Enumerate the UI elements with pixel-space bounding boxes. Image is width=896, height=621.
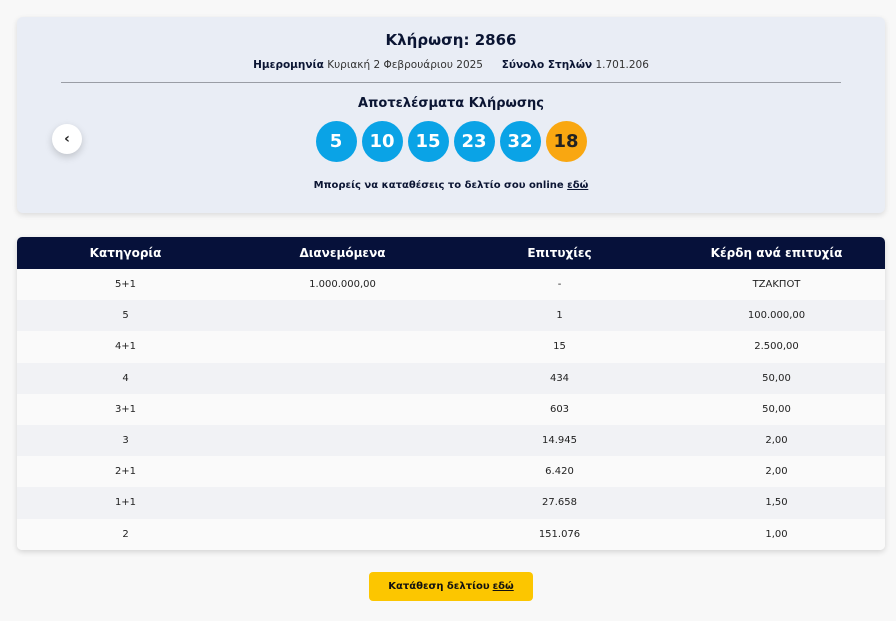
bonus-ball: 18 <box>545 121 587 162</box>
cell-winners: - <box>557 279 562 291</box>
cell-winners: 1 <box>556 310 563 322</box>
cell-distributed <box>234 487 451 518</box>
date-label: Ημερομηνία <box>253 59 324 71</box>
draw-title: Κλήρωση: 2866 <box>385 31 517 49</box>
submit-ticket-button[interactable]: Κατάθεση δελτίου εδώ <box>369 572 533 601</box>
results-table: Κατηγορία Διανεμόμενα Επιτυχίες Κέρδη αν… <box>17 237 885 550</box>
header-prize: Κέρδη ανά επιτυχία <box>710 246 843 260</box>
cell-prize: 1,00 <box>765 528 788 540</box>
cell-winners: 6.420 <box>545 466 574 478</box>
header-distributed: Διανεμόμενα <box>299 246 386 260</box>
cell-distributed <box>234 331 451 362</box>
cell-prize: 2,00 <box>765 466 788 478</box>
cell-distributed <box>234 456 451 487</box>
cell-category: 3 <box>122 435 129 447</box>
draw-card: Κλήρωση: 2866 Ημερομηνία Κυριακή 2 Φεβρο… <box>17 17 885 213</box>
table-row: 2+1 6.420 2,00 <box>17 456 885 488</box>
cell-distributed <box>234 519 451 550</box>
cell-distributed: 1.000.000,00 <box>309 279 376 291</box>
table-row: 1+1 27.658 1,50 <box>17 487 885 519</box>
number-ball: 15 <box>407 121 449 162</box>
header-winners: Επιτυχίες <box>527 246 592 260</box>
table-row: 5+1 1.000.000,00 - ΤΖΑΚΠΟΤ <box>17 269 885 301</box>
draw-meta: Ημερομηνία Κυριακή 2 Φεβρουάριου 2025 Σύ… <box>17 59 885 71</box>
cell-winners: 434 <box>549 372 570 384</box>
cell-distributed <box>234 425 451 456</box>
table-row: 2 151.076 1,00 <box>17 518 885 550</box>
online-link[interactable]: εδώ <box>567 180 588 191</box>
submit-label: Κατάθεση δελτίου <box>388 581 490 592</box>
submit-link[interactable]: εδώ <box>493 581 514 592</box>
cell-winners: 151.076 <box>538 528 581 540</box>
number-ball: 10 <box>361 121 403 162</box>
cell-prize: 2,00 <box>765 435 788 447</box>
cell-winners: 27.658 <box>542 497 577 509</box>
table-header-row: Κατηγορία Διανεμόμενα Επιτυχίες Κέρδη αν… <box>17 237 885 269</box>
cell-category: 3+1 <box>114 403 137 415</box>
table-row: 5 1 100.000,00 <box>17 300 885 332</box>
cell-category: 4+1 <box>114 341 137 353</box>
table-row: 4 434 50,00 <box>17 362 885 394</box>
cell-category: 5+1 <box>114 279 137 291</box>
cell-category: 4 <box>122 372 129 384</box>
divider <box>61 82 841 83</box>
cell-prize: 1,50 <box>765 497 788 509</box>
online-text: Μπορείς να καταθέσεις το δελτίο σου onli… <box>313 180 564 191</box>
cell-category: 2 <box>122 528 129 540</box>
number-ball: 23 <box>453 121 495 162</box>
cell-prize: ΤΖΑΚΠΟΤ <box>752 279 801 291</box>
results-title: Αποτελέσματα Κλήρωσης <box>358 96 544 111</box>
cell-category: 5 <box>122 310 129 322</box>
number-ball: 5 <box>315 121 357 162</box>
table-row: 3 14.945 2,00 <box>17 424 885 457</box>
cell-winners: 603 <box>549 403 570 415</box>
header-category: Κατηγορία <box>89 246 162 260</box>
number-ball: 32 <box>499 121 541 162</box>
online-note: Μπορείς να καταθέσεις το δελτίο σου onli… <box>17 180 885 191</box>
cell-category: 1+1 <box>114 497 137 509</box>
cell-winners: 15 <box>553 341 566 353</box>
cell-distributed <box>234 300 451 331</box>
cell-prize: 100.000,00 <box>747 310 806 322</box>
cell-category: 2+1 <box>114 466 137 478</box>
cell-distributed <box>234 394 451 425</box>
cell-distributed <box>234 363 451 394</box>
winning-numbers: 5 10 15 23 32 18 <box>17 121 885 162</box>
columns-value: 1.701.206 <box>595 59 649 71</box>
table-row: 3+1 603 50,00 <box>17 393 885 425</box>
cell-prize: 50,00 <box>762 372 791 384</box>
table-row: 4+1 15 2.500,00 <box>17 331 885 363</box>
date-value: Κυριακή 2 Φεβρουάριου 2025 <box>327 59 483 71</box>
cell-prize: 2.500,00 <box>754 341 799 353</box>
cell-winners: 14.945 <box>542 435 577 447</box>
columns-label: Σύνολο Στηλών <box>501 59 593 71</box>
cell-prize: 50,00 <box>762 403 791 415</box>
